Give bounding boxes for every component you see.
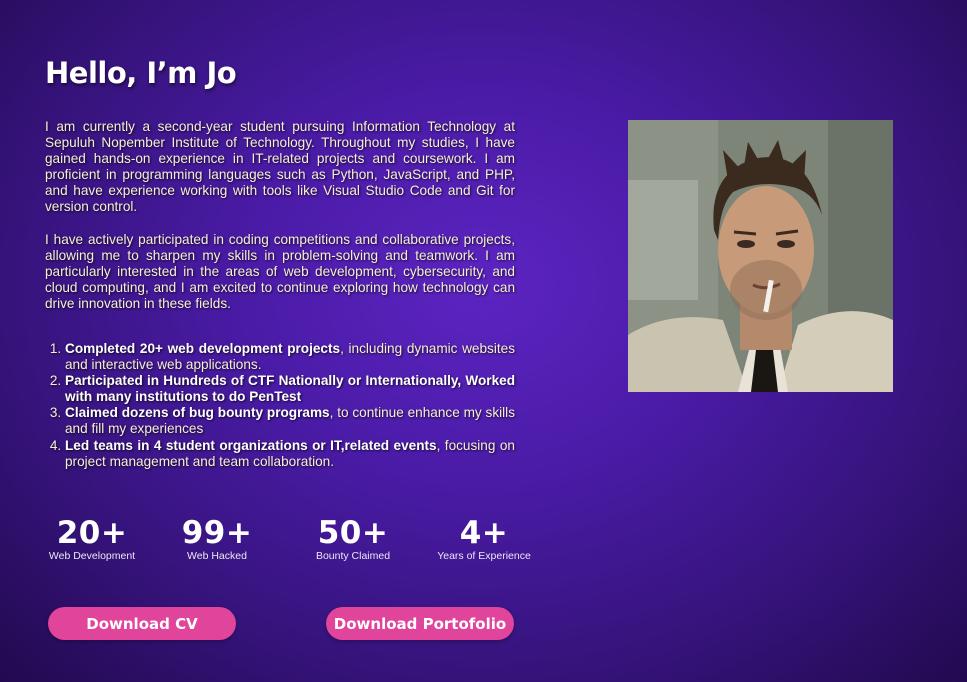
stat-value: 4+ — [459, 515, 509, 551]
stat-value: 20+ — [56, 515, 128, 551]
stat-web-hacked: 99+ Web Hacked — [168, 516, 266, 562]
profile-photo — [628, 120, 893, 392]
stat-years-experience: 4+ Years of Experience — [430, 516, 538, 562]
achievement-item: Claimed dozens of bug bounty programs, t… — [65, 405, 515, 437]
achievement-item: Completed 20+ web development projects, … — [65, 341, 515, 373]
stat-web-development: 20+ Web Development — [40, 516, 144, 562]
stat-label: Web Development — [48, 550, 136, 562]
download-cv-button[interactable]: Download CV — [48, 607, 236, 640]
achievement-item: Led teams in 4 student organizations or … — [65, 438, 515, 470]
interests-paragraph: I have actively participated in coding c… — [45, 232, 515, 312]
download-portfolio-button[interactable]: Download Portofolio — [326, 607, 514, 640]
stat-label: Years of Experience — [437, 550, 531, 562]
stat-label: Web Hacked — [187, 550, 247, 562]
stat-label: Bounty Claimed — [315, 550, 391, 562]
stat-bounty-claimed: 50+ Bounty Claimed — [300, 516, 406, 562]
stat-value: 50+ — [317, 515, 389, 551]
intro-paragraph: I am currently a second-year student pur… — [45, 119, 515, 215]
achievement-item: Participated in Hundreds of CTF National… — [65, 373, 515, 405]
page-title: Hello, I’m Jo — [45, 56, 237, 90]
achievements-list: Completed 20+ web development projects, … — [45, 341, 515, 470]
stat-value: 99+ — [181, 515, 253, 551]
